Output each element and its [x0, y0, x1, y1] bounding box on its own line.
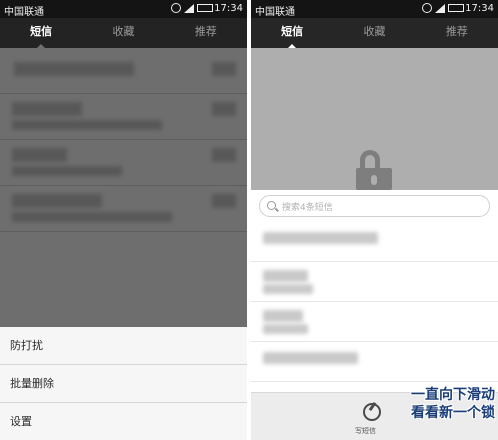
- tab-recommend[interactable]: 推荐: [416, 18, 498, 48]
- list-item[interactable]: [251, 302, 498, 342]
- list-item: [0, 94, 247, 140]
- tab-bar: 短信 收藏 推荐: [251, 18, 498, 48]
- left-phone-screen: 中国联通 17:34 短信 收藏 推荐 防打扰 批量删除 设置: [0, 0, 247, 440]
- alarm-icon: [422, 3, 432, 13]
- tab-sms[interactable]: 短信: [251, 18, 333, 48]
- list-item[interactable]: [251, 342, 498, 382]
- tab-favorites[interactable]: 收藏: [333, 18, 415, 48]
- right-phone-screen: 中国联通 17:34 短信 收藏 推荐 搜索4条短信 写短信 一直向下滑动 看看…: [251, 0, 498, 440]
- unlock-icon: [356, 150, 392, 190]
- compose-icon[interactable]: [363, 403, 381, 421]
- menu-item-settings[interactable]: 设置: [0, 403, 247, 440]
- options-menu: 防打扰 批量删除 设置: [0, 327, 247, 440]
- signal-icon: [435, 3, 445, 13]
- battery-icon: [197, 4, 213, 12]
- list-item: [0, 186, 247, 232]
- tab-sms[interactable]: 短信: [0, 18, 82, 48]
- list-item: [0, 48, 247, 94]
- tab-recommend[interactable]: 推荐: [165, 18, 247, 48]
- search-input[interactable]: 搜索4条短信: [259, 195, 490, 217]
- tab-bar: 短信 收藏 推荐: [0, 18, 247, 48]
- menu-item-do-not-disturb[interactable]: 防打扰: [0, 327, 247, 365]
- search-placeholder: 搜索4条短信: [282, 203, 333, 213]
- clock: 17:34: [465, 3, 494, 14]
- list-item[interactable]: [251, 262, 498, 302]
- carrier-label: 中国联通: [4, 7, 44, 18]
- signal-icon: [184, 3, 194, 13]
- list-item[interactable]: [251, 222, 498, 262]
- menu-item-batch-delete[interactable]: 批量删除: [0, 365, 247, 403]
- annotation-overlay: 一直向下滑动 看看新一个锁: [391, 386, 495, 422]
- carrier-label: 中国联通: [255, 7, 295, 18]
- clock: 17:34: [214, 3, 243, 14]
- lock-reveal-area[interactable]: [251, 48, 498, 190]
- tab-favorites[interactable]: 收藏: [82, 18, 164, 48]
- overlay-line-1: 一直向下滑动: [411, 387, 495, 403]
- status-bar: 中国联通 17:34: [0, 0, 247, 18]
- status-bar: 中国联通 17:34: [251, 0, 498, 18]
- alarm-icon: [171, 3, 181, 13]
- battery-icon: [448, 4, 464, 12]
- list-item: [0, 140, 247, 186]
- overlay-line-2: 看看新一个锁: [411, 405, 495, 421]
- search-icon: [267, 201, 276, 210]
- compose-label: 写短信: [355, 427, 376, 435]
